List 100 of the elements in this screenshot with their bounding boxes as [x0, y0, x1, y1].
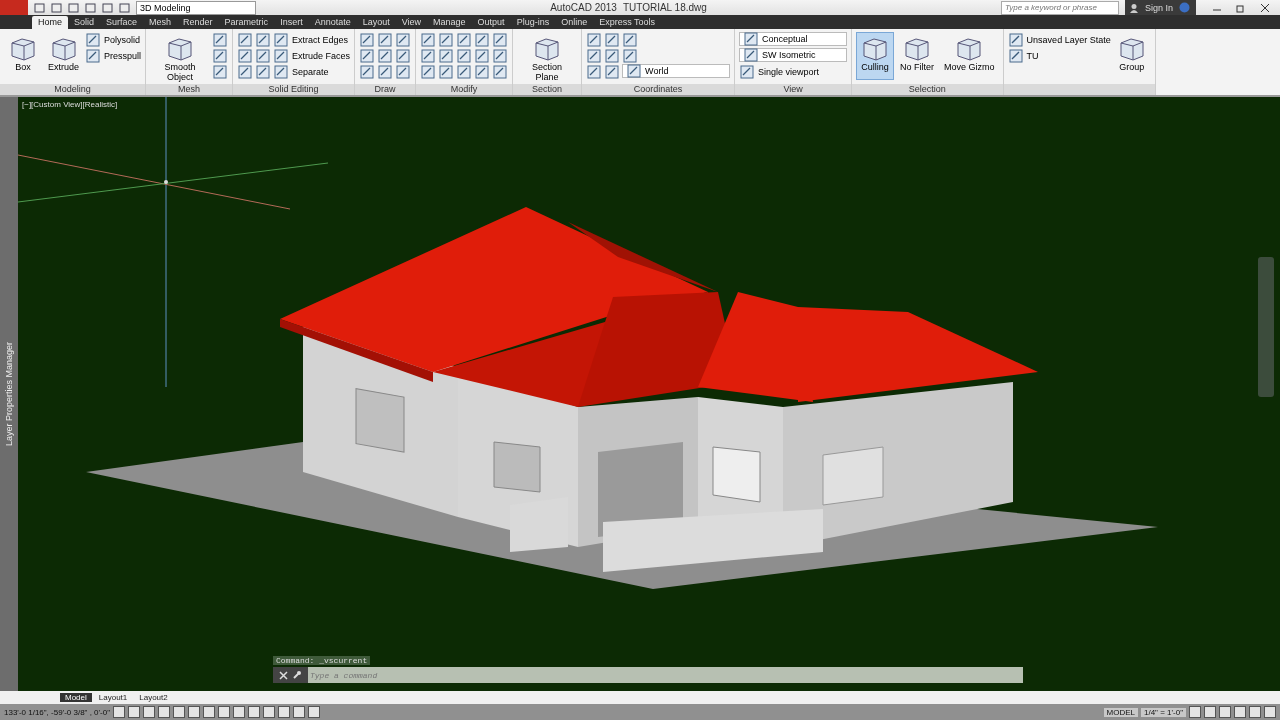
- status-toggle-icon[interactable]: [113, 706, 126, 718]
- status-toggle-icon[interactable]: [188, 706, 201, 718]
- tool-square-icon[interactable]: [212, 32, 229, 48]
- toolbar-icon[interactable]: [119, 1, 130, 14]
- ribbon-dropdown[interactable]: SW Isometric: [739, 48, 848, 62]
- ribbon-button[interactable]: Polysolid: [85, 32, 142, 48]
- command-input[interactable]: Type a command: [308, 669, 1023, 681]
- tool-square-icon[interactable]: [359, 32, 376, 48]
- layout-tab[interactable]: Layout2: [134, 693, 173, 702]
- panel-title[interactable]: Mesh: [146, 84, 233, 95]
- status-toggle-icon[interactable]: [143, 706, 156, 718]
- status-toggle-icon[interactable]: [1189, 706, 1201, 718]
- tool-square-icon[interactable]: [255, 64, 272, 80]
- ribbon-button[interactable]: Move Gizmo: [940, 32, 999, 80]
- panel-title[interactable]: Selection: [852, 84, 1003, 95]
- annotation-scale-button[interactable]: 1/4" = 1'-0": [1141, 707, 1186, 717]
- tool-square-icon[interactable]: [456, 48, 473, 64]
- ribbon-tab[interactable]: Surface: [100, 16, 144, 29]
- tool-square-icon[interactable]: [377, 32, 394, 48]
- tool-square-icon[interactable]: [420, 64, 437, 80]
- ribbon-button[interactable]: Smooth Object: [150, 32, 211, 80]
- ribbon-button[interactable]: Unsaved Layer State: [1007, 32, 1111, 48]
- ribbon-tab[interactable]: Render: [177, 16, 219, 29]
- panel-title[interactable]: Draw: [355, 84, 416, 95]
- tool-square-icon[interactable]: [395, 64, 412, 80]
- tool-square-icon[interactable]: [438, 48, 455, 64]
- tool-square-icon[interactable]: [586, 64, 603, 80]
- ribbon-tab[interactable]: View: [395, 16, 428, 29]
- wrench-icon[interactable]: [292, 670, 302, 680]
- tool-square-icon[interactable]: [237, 32, 254, 48]
- ribbon-dropdown[interactable]: World: [622, 64, 731, 78]
- search-field[interactable]: Type a keyword or phrase: [1001, 0, 1119, 15]
- status-toggle-icon[interactable]: [218, 706, 231, 718]
- tool-square-icon[interactable]: [492, 64, 509, 80]
- panel-title[interactable]: Modify: [416, 84, 513, 95]
- ribbon-tab[interactable]: Annotate: [308, 16, 357, 29]
- ribbon-tab[interactable]: Insert: [274, 16, 309, 29]
- tool-square-icon[interactable]: [474, 64, 491, 80]
- model-tab[interactable]: Model: [60, 693, 92, 702]
- ribbon-button[interactable]: Section Plane: [517, 32, 578, 80]
- status-toggle-icon[interactable]: [293, 706, 306, 718]
- tool-square-icon[interactable]: [237, 64, 254, 80]
- workspace-dropdown[interactable]: 3D Modeling: [136, 0, 256, 15]
- status-toggle-icon[interactable]: [308, 706, 321, 718]
- toolbar-icon[interactable]: [102, 1, 113, 14]
- tool-square-icon[interactable]: [492, 48, 509, 64]
- restore-icon[interactable]: [1236, 2, 1246, 13]
- toolbar-icon[interactable]: [51, 1, 62, 14]
- status-toggle-icon[interactable]: [233, 706, 246, 718]
- tool-square-icon[interactable]: [420, 48, 437, 64]
- ribbon-button[interactable]: Culling: [856, 32, 895, 80]
- ribbon-tab[interactable]: Parametric: [218, 16, 275, 29]
- tool-square-icon[interactable]: [359, 64, 376, 80]
- tool-square-icon[interactable]: [622, 48, 639, 64]
- tool-square-icon[interactable]: [586, 32, 603, 48]
- panel-title[interactable]: Modeling: [0, 84, 146, 95]
- tool-square-icon[interactable]: [456, 64, 473, 80]
- status-toggle-icon[interactable]: [173, 706, 186, 718]
- panel-title[interactable]: View: [735, 84, 852, 95]
- tool-square-icon[interactable]: [604, 32, 621, 48]
- palette-bar[interactable]: Layer Properties Manager: [0, 97, 18, 691]
- status-toggle-icon[interactable]: [263, 706, 276, 718]
- ribbon-button[interactable]: Extrude Faces: [273, 48, 351, 64]
- tool-square-icon[interactable]: [395, 48, 412, 64]
- panel-title[interactable]: Coordinates: [582, 84, 735, 95]
- tool-square-icon[interactable]: [474, 32, 491, 48]
- panel-title[interactable]: Section: [513, 84, 582, 95]
- tool-square-icon[interactable]: [377, 48, 394, 64]
- tool-square-icon[interactable]: [255, 32, 272, 48]
- ribbon-tab[interactable]: Express Tools: [593, 16, 661, 29]
- ribbon-button[interactable]: TU: [1007, 48, 1111, 64]
- toolbar-icon[interactable]: [68, 1, 79, 14]
- ribbon-tab[interactable]: Solid: [68, 16, 101, 29]
- tool-square-icon[interactable]: [237, 48, 254, 64]
- tool-square-icon[interactable]: [474, 48, 491, 64]
- status-toggle-icon[interactable]: [1234, 706, 1246, 718]
- close-icon[interactable]: [1260, 2, 1270, 13]
- ribbon-tab[interactable]: Output: [471, 16, 511, 29]
- status-toggle-icon[interactable]: [1204, 706, 1216, 718]
- panel-title[interactable]: Solid Editing: [233, 84, 355, 95]
- tool-square-icon[interactable]: [492, 32, 509, 48]
- status-toggle-icon[interactable]: [248, 706, 261, 718]
- tool-square-icon[interactable]: [420, 32, 437, 48]
- ribbon-tab[interactable]: Home: [32, 16, 68, 29]
- ribbon-button[interactable]: Presspull: [85, 48, 142, 64]
- model-space-button[interactable]: MODEL: [1103, 707, 1138, 717]
- ribbon-button[interactable]: Extract Edges: [273, 32, 351, 48]
- tool-square-icon[interactable]: [212, 64, 229, 80]
- tool-square-icon[interactable]: [604, 64, 621, 80]
- tool-square-icon[interactable]: [456, 32, 473, 48]
- ribbon-button[interactable]: Separate: [273, 64, 351, 80]
- ribbon-button[interactable]: Group: [1112, 32, 1151, 80]
- ribbon-tab[interactable]: Online: [555, 16, 594, 29]
- toolbar-icon[interactable]: [34, 1, 45, 14]
- status-toggle-icon[interactable]: [128, 706, 141, 718]
- tool-square-icon[interactable]: [377, 64, 394, 80]
- tool-square-icon[interactable]: [438, 32, 455, 48]
- status-toggle-icon[interactable]: [1264, 706, 1276, 718]
- ribbon-button[interactable]: No Filter: [896, 32, 939, 80]
- tool-square-icon[interactable]: [604, 48, 621, 64]
